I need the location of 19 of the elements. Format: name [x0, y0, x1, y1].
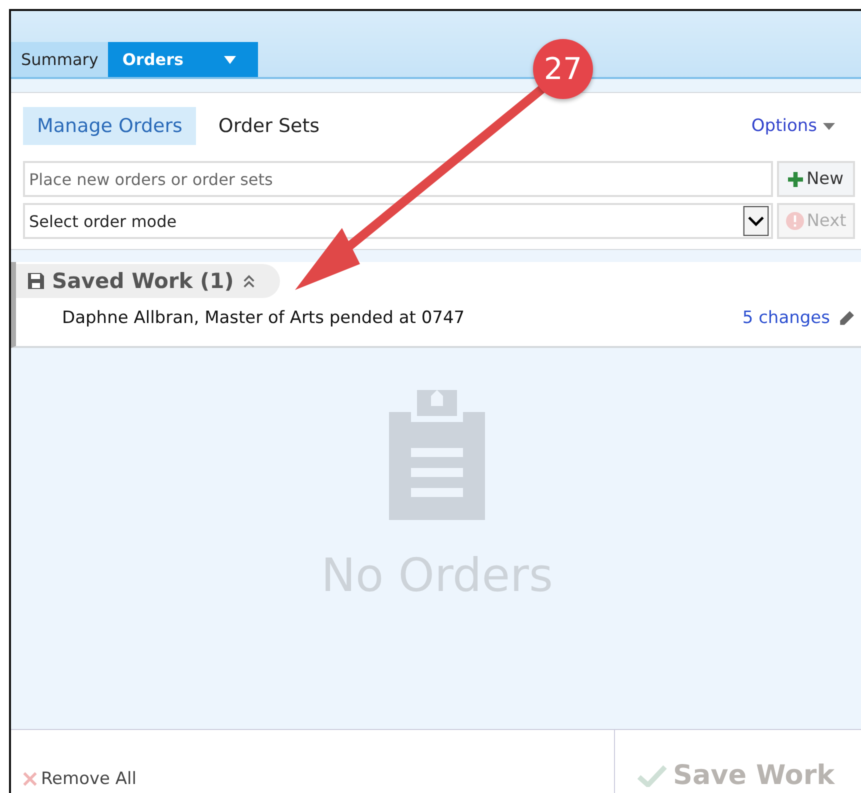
alert-icon [786, 212, 804, 230]
checkmark-icon [637, 764, 667, 786]
close-icon [23, 772, 37, 786]
caret-icon [823, 122, 835, 130]
saved-work-entry: Daphne Allbran, Master of Arts pended at 0747 [62, 308, 466, 328]
order-mode-dropdown[interactable]: Select order mode [23, 203, 773, 239]
changes-link[interactable]: 5 changes [742, 308, 830, 328]
dropdown-icon [743, 206, 769, 236]
order-search-field[interactable]: Place new orders or order sets [23, 161, 773, 197]
collapse-icon [242, 274, 256, 288]
pencil-icon[interactable] [838, 310, 855, 326]
plus-icon [788, 172, 804, 186]
section-header[interactable]: Saved Work (1) [16, 264, 280, 298]
remove-all-link[interactable]: Remove All [23, 769, 136, 789]
new-button[interactable]: New [777, 161, 855, 197]
options-link[interactable]: Options [751, 116, 835, 136]
subtab[interactable]: Manage Orders [23, 107, 196, 145]
subtab[interactable]: Order Sets [204, 107, 334, 145]
tab[interactable]: Summary [11, 42, 108, 77]
